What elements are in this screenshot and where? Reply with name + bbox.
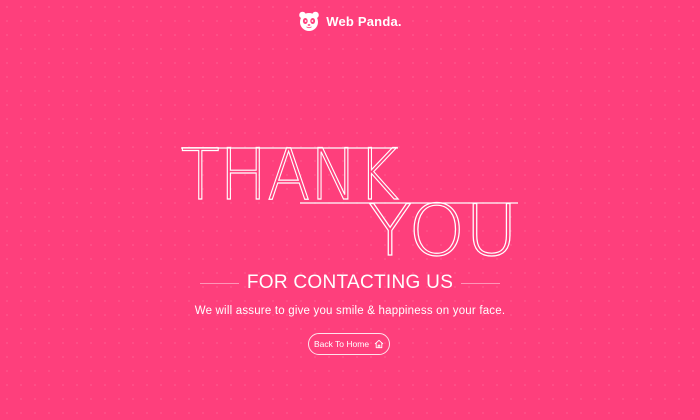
home-icon — [374, 339, 384, 349]
thank-you-message: We will assure to give you smile & happi… — [194, 305, 506, 317]
subtitle: FOR CONTACTING US — [246, 272, 454, 293]
contact-subtitle-row: FOR CONTACTING US — [200, 272, 501, 294]
divider-right — [461, 282, 501, 284]
thank-you-heading: THANK YOU — [180, 133, 518, 272]
hero-word-thank: THANK — [181, 134, 399, 216]
back-to-home-label: Back To Home — [313, 339, 370, 349]
back-to-home-button[interactable]: Back To Home — [308, 333, 390, 355]
hero-word-you: YOU — [368, 190, 518, 272]
divider-left — [200, 282, 239, 284]
